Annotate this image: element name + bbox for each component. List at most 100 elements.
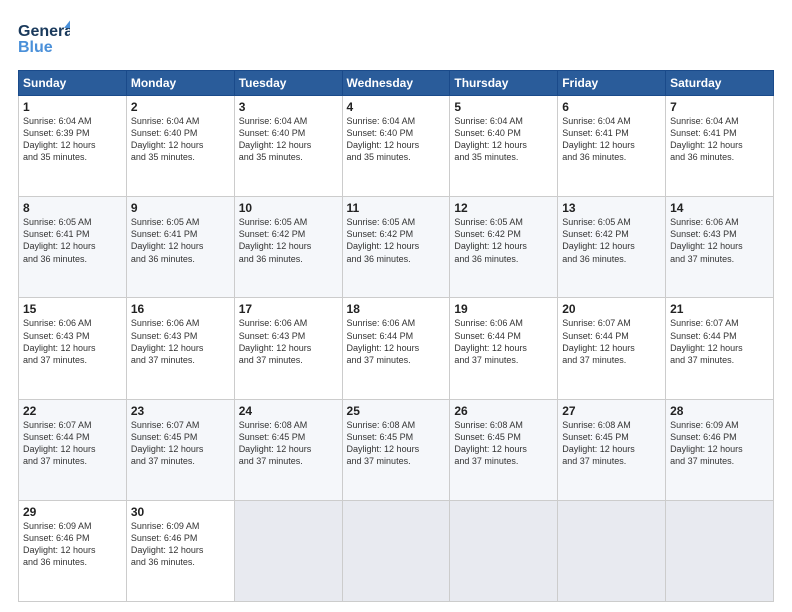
day-info: Sunrise: 6:05 AM Sunset: 6:41 PM Dayligh… xyxy=(131,216,230,265)
calendar-cell: 14Sunrise: 6:06 AM Sunset: 6:43 PM Dayli… xyxy=(666,197,774,298)
day-number: 1 xyxy=(23,100,122,114)
calendar-cell xyxy=(234,500,342,601)
day-number: 3 xyxy=(239,100,338,114)
day-info: Sunrise: 6:06 AM Sunset: 6:43 PM Dayligh… xyxy=(23,317,122,366)
day-info: Sunrise: 6:07 AM Sunset: 6:44 PM Dayligh… xyxy=(670,317,769,366)
day-number: 19 xyxy=(454,302,553,316)
day-info: Sunrise: 6:08 AM Sunset: 6:45 PM Dayligh… xyxy=(562,419,661,468)
calendar-cell: 20Sunrise: 6:07 AM Sunset: 6:44 PM Dayli… xyxy=(558,298,666,399)
day-number: 29 xyxy=(23,505,122,519)
calendar-cell xyxy=(342,500,450,601)
day-info: Sunrise: 6:07 AM Sunset: 6:44 PM Dayligh… xyxy=(23,419,122,468)
day-info: Sunrise: 6:08 AM Sunset: 6:45 PM Dayligh… xyxy=(347,419,446,468)
day-info: Sunrise: 6:05 AM Sunset: 6:42 PM Dayligh… xyxy=(239,216,338,265)
calendar-day-header: Monday xyxy=(126,71,234,96)
calendar-cell: 26Sunrise: 6:08 AM Sunset: 6:45 PM Dayli… xyxy=(450,399,558,500)
header: General Blue xyxy=(18,18,774,62)
calendar-table: SundayMondayTuesdayWednesdayThursdayFrid… xyxy=(18,70,774,602)
day-number: 6 xyxy=(562,100,661,114)
calendar-cell: 25Sunrise: 6:08 AM Sunset: 6:45 PM Dayli… xyxy=(342,399,450,500)
day-number: 18 xyxy=(347,302,446,316)
calendar-cell: 10Sunrise: 6:05 AM Sunset: 6:42 PM Dayli… xyxy=(234,197,342,298)
day-number: 7 xyxy=(670,100,769,114)
calendar-cell: 12Sunrise: 6:05 AM Sunset: 6:42 PM Dayli… xyxy=(450,197,558,298)
day-number: 15 xyxy=(23,302,122,316)
calendar-cell: 1Sunrise: 6:04 AM Sunset: 6:39 PM Daylig… xyxy=(19,96,127,197)
day-info: Sunrise: 6:04 AM Sunset: 6:40 PM Dayligh… xyxy=(131,115,230,164)
calendar-cell: 3Sunrise: 6:04 AM Sunset: 6:40 PM Daylig… xyxy=(234,96,342,197)
calendar-cell: 5Sunrise: 6:04 AM Sunset: 6:40 PM Daylig… xyxy=(450,96,558,197)
day-info: Sunrise: 6:08 AM Sunset: 6:45 PM Dayligh… xyxy=(454,419,553,468)
day-info: Sunrise: 6:04 AM Sunset: 6:40 PM Dayligh… xyxy=(239,115,338,164)
day-number: 30 xyxy=(131,505,230,519)
calendar-cell: 24Sunrise: 6:08 AM Sunset: 6:45 PM Dayli… xyxy=(234,399,342,500)
calendar-cell: 6Sunrise: 6:04 AM Sunset: 6:41 PM Daylig… xyxy=(558,96,666,197)
day-info: Sunrise: 6:08 AM Sunset: 6:45 PM Dayligh… xyxy=(239,419,338,468)
day-number: 12 xyxy=(454,201,553,215)
day-info: Sunrise: 6:07 AM Sunset: 6:45 PM Dayligh… xyxy=(131,419,230,468)
day-number: 22 xyxy=(23,404,122,418)
calendar-day-header: Tuesday xyxy=(234,71,342,96)
calendar-cell xyxy=(558,500,666,601)
day-info: Sunrise: 6:04 AM Sunset: 6:40 PM Dayligh… xyxy=(454,115,553,164)
day-number: 17 xyxy=(239,302,338,316)
calendar-day-header: Wednesday xyxy=(342,71,450,96)
calendar-day-header: Friday xyxy=(558,71,666,96)
day-number: 5 xyxy=(454,100,553,114)
day-info: Sunrise: 6:09 AM Sunset: 6:46 PM Dayligh… xyxy=(23,520,122,569)
calendar-cell: 11Sunrise: 6:05 AM Sunset: 6:42 PM Dayli… xyxy=(342,197,450,298)
calendar-cell xyxy=(666,500,774,601)
day-info: Sunrise: 6:06 AM Sunset: 6:44 PM Dayligh… xyxy=(347,317,446,366)
svg-text:General: General xyxy=(18,23,70,40)
day-number: 20 xyxy=(562,302,661,316)
day-number: 25 xyxy=(347,404,446,418)
logo: General Blue xyxy=(18,18,70,62)
day-number: 9 xyxy=(131,201,230,215)
calendar-cell: 29Sunrise: 6:09 AM Sunset: 6:46 PM Dayli… xyxy=(19,500,127,601)
calendar-cell: 7Sunrise: 6:04 AM Sunset: 6:41 PM Daylig… xyxy=(666,96,774,197)
day-number: 21 xyxy=(670,302,769,316)
page: General Blue SundayMondayTuesdayWednesda… xyxy=(0,0,792,612)
calendar-cell: 19Sunrise: 6:06 AM Sunset: 6:44 PM Dayli… xyxy=(450,298,558,399)
calendar-cell xyxy=(450,500,558,601)
day-number: 10 xyxy=(239,201,338,215)
day-number: 13 xyxy=(562,201,661,215)
day-info: Sunrise: 6:04 AM Sunset: 6:41 PM Dayligh… xyxy=(670,115,769,164)
day-info: Sunrise: 6:06 AM Sunset: 6:44 PM Dayligh… xyxy=(454,317,553,366)
calendar-cell: 23Sunrise: 6:07 AM Sunset: 6:45 PM Dayli… xyxy=(126,399,234,500)
day-info: Sunrise: 6:04 AM Sunset: 6:41 PM Dayligh… xyxy=(562,115,661,164)
svg-text:Blue: Blue xyxy=(18,39,53,56)
calendar-cell: 22Sunrise: 6:07 AM Sunset: 6:44 PM Dayli… xyxy=(19,399,127,500)
day-number: 28 xyxy=(670,404,769,418)
calendar-cell: 21Sunrise: 6:07 AM Sunset: 6:44 PM Dayli… xyxy=(666,298,774,399)
calendar-day-header: Saturday xyxy=(666,71,774,96)
day-info: Sunrise: 6:04 AM Sunset: 6:40 PM Dayligh… xyxy=(347,115,446,164)
calendar-cell: 8Sunrise: 6:05 AM Sunset: 6:41 PM Daylig… xyxy=(19,197,127,298)
day-number: 8 xyxy=(23,201,122,215)
day-info: Sunrise: 6:06 AM Sunset: 6:43 PM Dayligh… xyxy=(670,216,769,265)
day-number: 14 xyxy=(670,201,769,215)
day-number: 11 xyxy=(347,201,446,215)
calendar-cell: 28Sunrise: 6:09 AM Sunset: 6:46 PM Dayli… xyxy=(666,399,774,500)
day-number: 16 xyxy=(131,302,230,316)
day-info: Sunrise: 6:06 AM Sunset: 6:43 PM Dayligh… xyxy=(239,317,338,366)
day-number: 24 xyxy=(239,404,338,418)
logo-svg: General Blue xyxy=(18,18,70,62)
day-info: Sunrise: 6:09 AM Sunset: 6:46 PM Dayligh… xyxy=(670,419,769,468)
calendar-cell: 13Sunrise: 6:05 AM Sunset: 6:42 PM Dayli… xyxy=(558,197,666,298)
calendar-cell: 27Sunrise: 6:08 AM Sunset: 6:45 PM Dayli… xyxy=(558,399,666,500)
day-number: 23 xyxy=(131,404,230,418)
day-info: Sunrise: 6:05 AM Sunset: 6:42 PM Dayligh… xyxy=(562,216,661,265)
calendar-cell: 18Sunrise: 6:06 AM Sunset: 6:44 PM Dayli… xyxy=(342,298,450,399)
calendar-cell: 17Sunrise: 6:06 AM Sunset: 6:43 PM Dayli… xyxy=(234,298,342,399)
day-info: Sunrise: 6:05 AM Sunset: 6:41 PM Dayligh… xyxy=(23,216,122,265)
day-number: 4 xyxy=(347,100,446,114)
calendar-cell: 4Sunrise: 6:04 AM Sunset: 6:40 PM Daylig… xyxy=(342,96,450,197)
calendar-day-header: Sunday xyxy=(19,71,127,96)
day-number: 27 xyxy=(562,404,661,418)
day-info: Sunrise: 6:07 AM Sunset: 6:44 PM Dayligh… xyxy=(562,317,661,366)
day-info: Sunrise: 6:04 AM Sunset: 6:39 PM Dayligh… xyxy=(23,115,122,164)
calendar-cell: 9Sunrise: 6:05 AM Sunset: 6:41 PM Daylig… xyxy=(126,197,234,298)
day-info: Sunrise: 6:05 AM Sunset: 6:42 PM Dayligh… xyxy=(454,216,553,265)
day-info: Sunrise: 6:09 AM Sunset: 6:46 PM Dayligh… xyxy=(131,520,230,569)
